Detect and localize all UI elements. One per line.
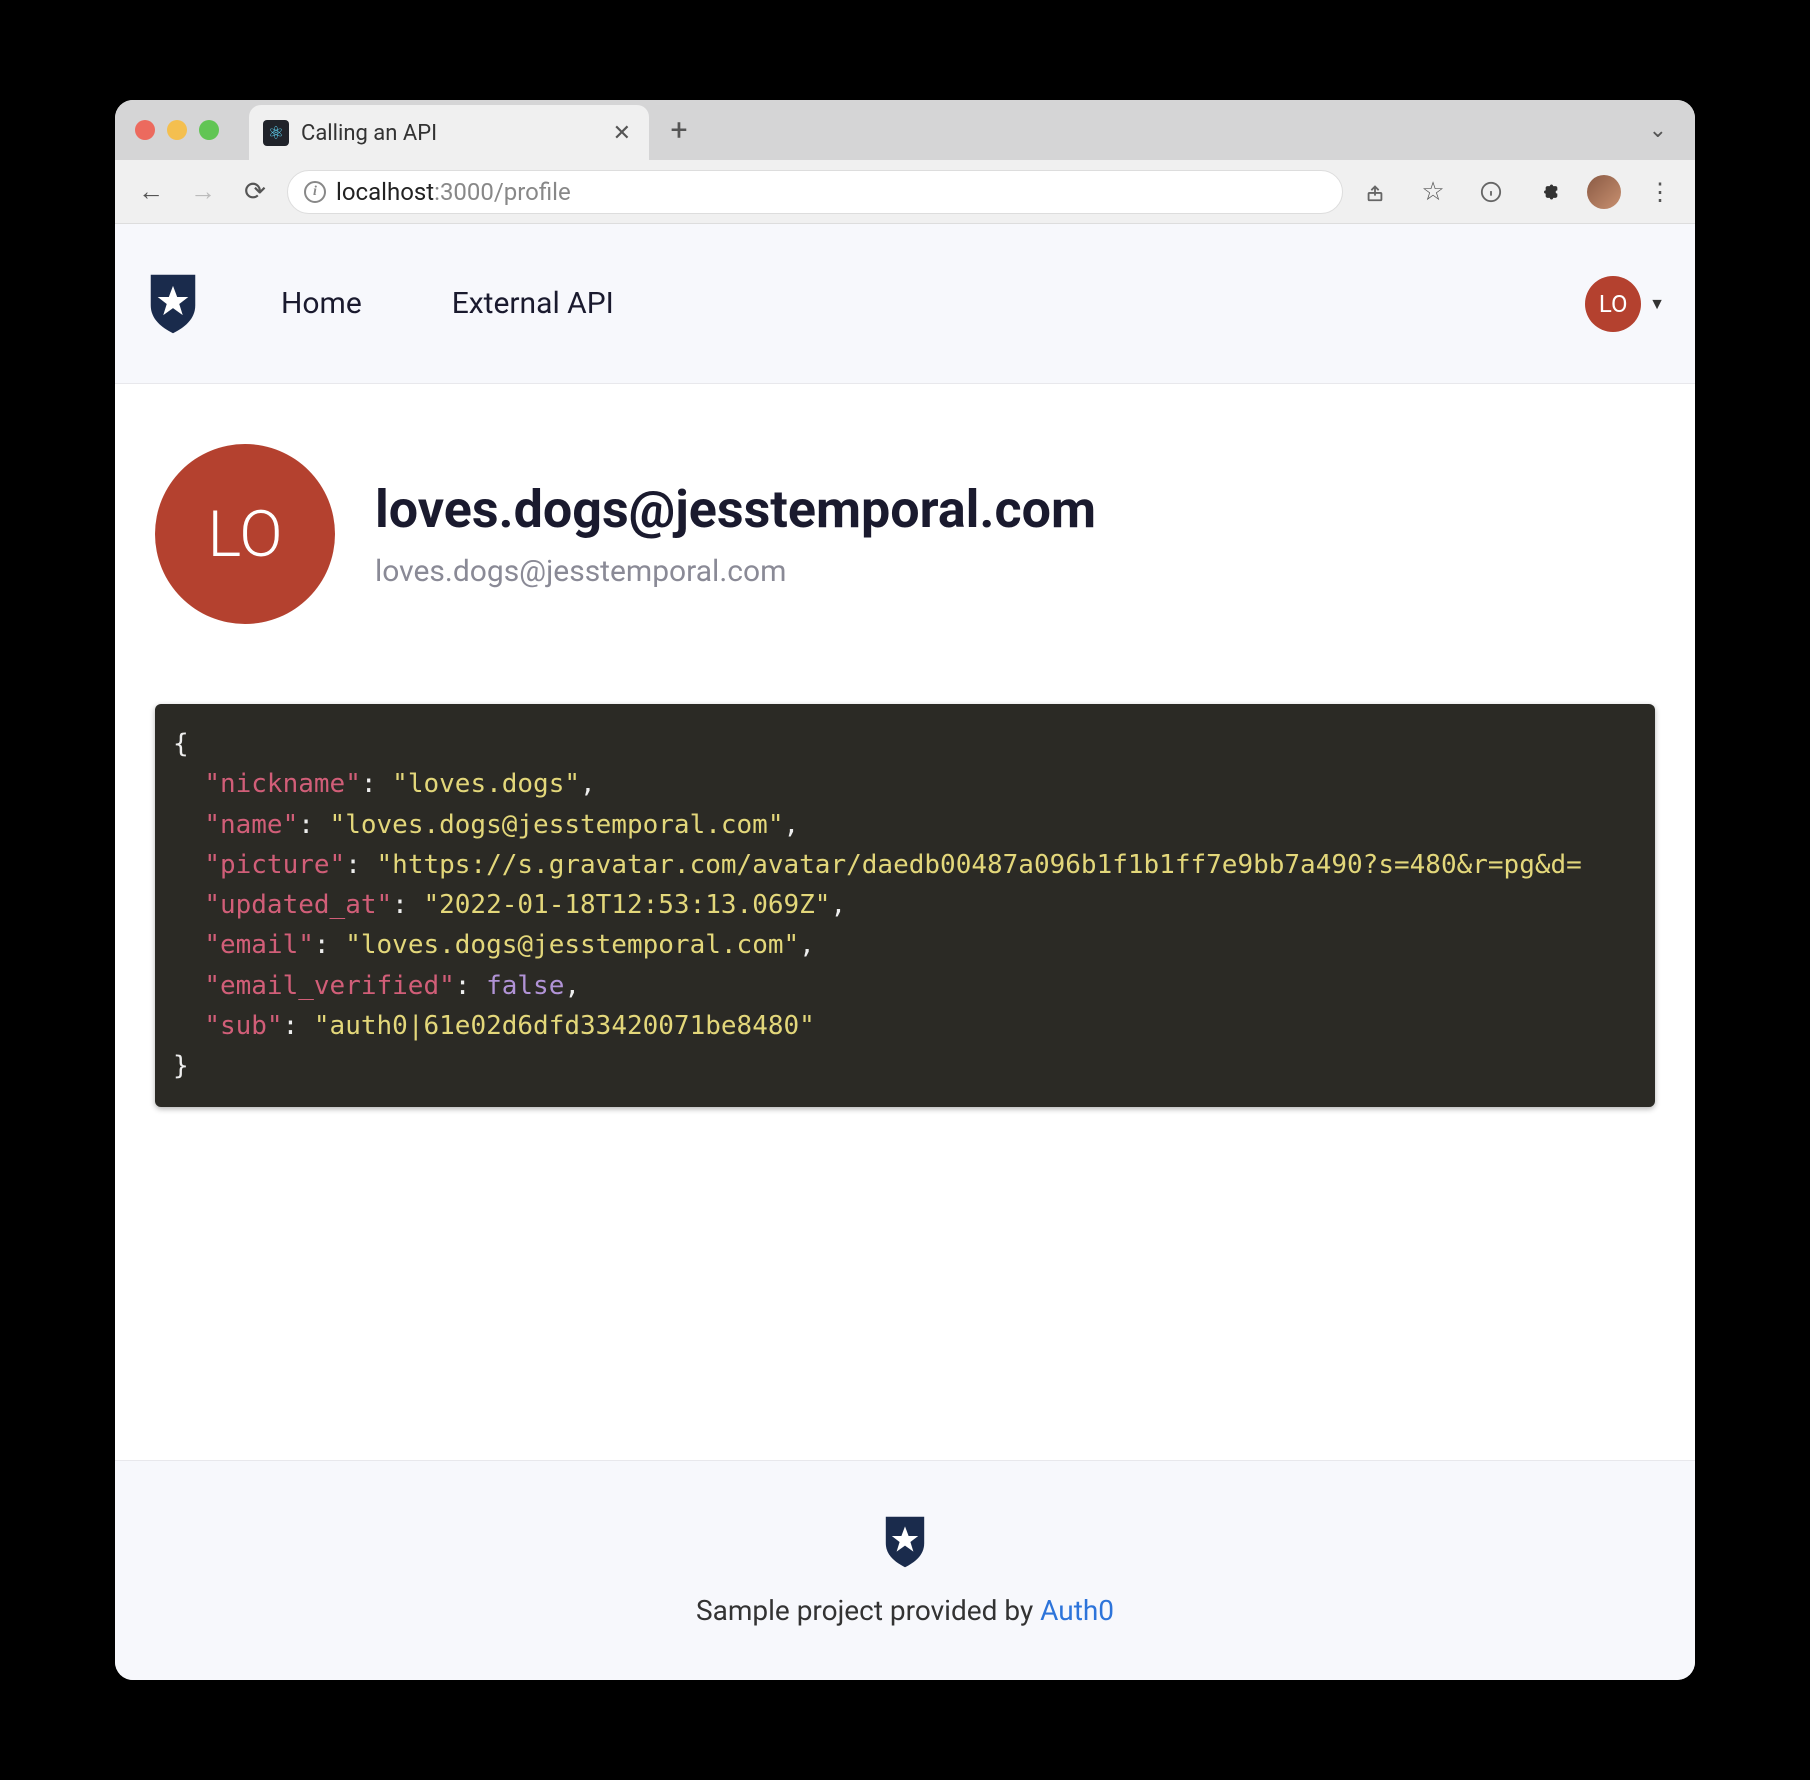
json-key-sub: "sub": [204, 1011, 282, 1041]
page-content: LO loves.dogs@jesstemporal.com loves.dog…: [115, 384, 1695, 1460]
user-avatar-small: LO: [1585, 276, 1641, 332]
auth0-shield-icon: [145, 272, 201, 336]
user-menu[interactable]: LO ▼: [1585, 276, 1665, 332]
profile-text: loves.dogs@jesstemporal.com loves.dogs@j…: [375, 479, 1096, 589]
maximize-window-button[interactable]: [199, 120, 219, 140]
json-val-email: "loves.dogs@jesstemporal.com": [345, 930, 799, 960]
extensions-icon[interactable]: [1529, 172, 1569, 212]
reload-button[interactable]: ⟳: [235, 172, 275, 212]
app-footer: Sample project provided by Auth0: [115, 1460, 1695, 1680]
toolbar-right: ☆ ⋮: [1355, 172, 1679, 212]
nav-home[interactable]: Home: [281, 286, 362, 321]
main-nav: Home External API: [281, 286, 614, 321]
url-path: :3000/profile: [434, 178, 571, 206]
window-controls: [135, 120, 219, 140]
menu-button[interactable]: ⋮: [1639, 172, 1679, 212]
profile-subtitle: loves.dogs@jesstemporal.com: [375, 554, 1096, 589]
bookmark-icon[interactable]: ☆: [1413, 172, 1453, 212]
json-val-nickname: "loves.dogs": [392, 769, 580, 799]
app-header: Home External API LO ▼: [115, 224, 1695, 384]
new-tab-button[interactable]: +: [659, 113, 699, 148]
json-key-updated: "updated_at": [204, 890, 392, 920]
back-button[interactable]: ←: [131, 172, 171, 212]
react-icon: ⚛: [263, 120, 289, 146]
profile-avatar-icon[interactable]: [1587, 175, 1621, 209]
footer-text-label: Sample project provided by: [696, 1594, 1040, 1627]
profile-avatar: LO: [155, 444, 335, 624]
forward-button[interactable]: →: [183, 172, 223, 212]
json-key-picture: "picture": [204, 850, 345, 880]
json-val-name: "loves.dogs@jesstemporal.com": [330, 810, 784, 840]
close-window-button[interactable]: [135, 120, 155, 140]
json-key-name: "name": [204, 810, 298, 840]
json-val-email-verified: false: [486, 971, 564, 1001]
tab-title: Calling an API: [301, 121, 601, 146]
browser-tab[interactable]: ⚛ Calling an API ✕: [249, 105, 649, 161]
profile-title: loves.dogs@jesstemporal.com: [375, 479, 1096, 540]
caret-down-icon: ▼: [1649, 294, 1665, 314]
browser-toolbar: ← → ⟳ i localhost:3000/profile ☆ ⋮: [115, 160, 1695, 224]
share-icon[interactable]: [1355, 172, 1395, 212]
info-circle-icon[interactable]: [1471, 172, 1511, 212]
profile-json-block: { "nickname": "loves.dogs", "name": "lov…: [155, 704, 1655, 1107]
json-val-sub: "auth0|61e02d6dfd33420071be8480": [314, 1011, 815, 1041]
url-bar[interactable]: i localhost:3000/profile: [287, 170, 1343, 214]
json-key-email-verified: "email_verified": [204, 971, 454, 1001]
json-key-nickname: "nickname": [204, 769, 361, 799]
json-key-email: "email": [204, 930, 314, 960]
nav-external-api[interactable]: External API: [452, 286, 614, 321]
close-tab-button[interactable]: ✕: [613, 121, 631, 146]
json-val-picture: "https://s.gravatar.com/avatar/daedb0048…: [377, 850, 1582, 880]
url-host: localhost: [336, 178, 434, 206]
footer-text: Sample project provided by Auth0: [696, 1594, 1114, 1627]
profile-header: LO loves.dogs@jesstemporal.com loves.dog…: [155, 444, 1655, 624]
json-val-updated: "2022-01-18T12:53:13.069Z": [423, 890, 830, 920]
url-text: localhost:3000/profile: [336, 178, 571, 206]
titlebar: ⚛ Calling an API ✕ + ⌄: [115, 100, 1695, 160]
tab-overflow-button[interactable]: ⌄: [1649, 118, 1667, 143]
minimize-window-button[interactable]: [167, 120, 187, 140]
footer-auth0-link[interactable]: Auth0: [1040, 1594, 1114, 1627]
footer-shield-icon: [881, 1514, 929, 1570]
browser-window: ⚛ Calling an API ✕ + ⌄ ← → ⟳ i localhost…: [115, 100, 1695, 1680]
site-info-icon[interactable]: i: [304, 181, 326, 203]
